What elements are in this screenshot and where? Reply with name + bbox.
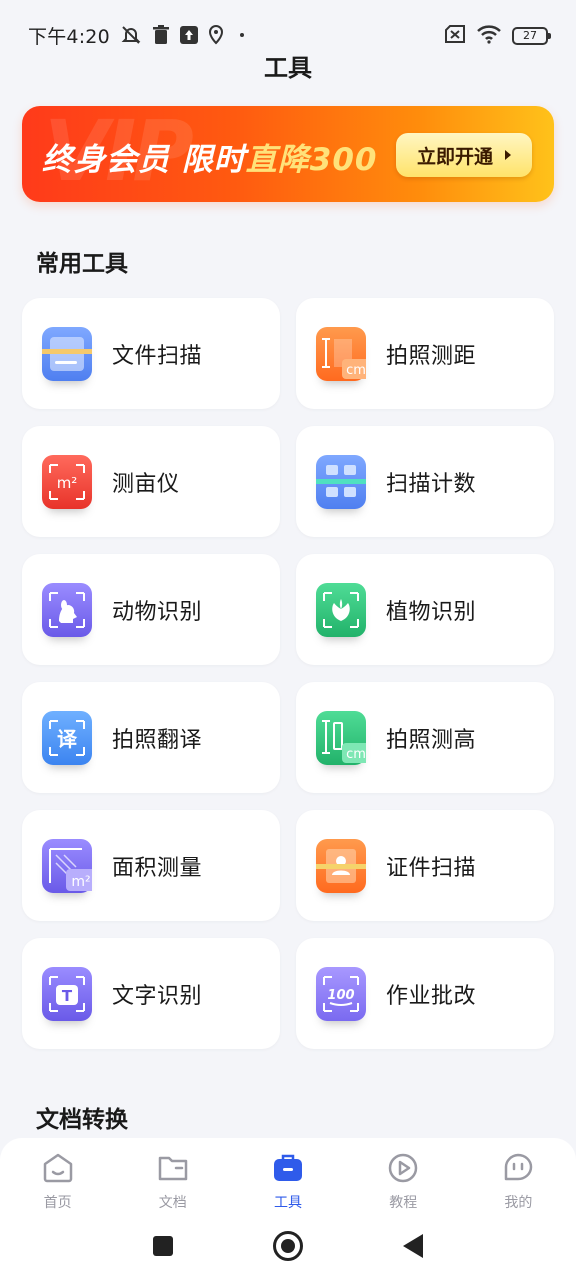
ocr-glyph: T: [62, 987, 73, 1005]
upload-icon: [179, 26, 198, 48]
section-title-common-tools: 常用工具: [36, 251, 128, 277]
banner-slogan-main: 终身会员 限时: [42, 142, 246, 178]
translate-glyph: 译: [57, 727, 78, 751]
status-icons-right: 27: [444, 24, 551, 48]
play-icon: [386, 1152, 420, 1188]
open-vip-button-label: 立即开通: [416, 145, 493, 168]
tab-tutorials[interactable]: 教程: [346, 1152, 461, 1212]
animal-icon: [42, 582, 92, 637]
tool-card-photo-translate[interactable]: 译 拍照翻译: [22, 682, 280, 793]
area-m2-icon: m²: [42, 454, 92, 509]
tools-grid: 文件扫描 cm 拍照测距 m² 测亩仪 扫描计数 动物识别 植物识别 译 拍照翻…: [22, 298, 554, 1049]
cm-glyph: cm: [346, 747, 366, 762]
homework-100-icon: 100: [316, 966, 366, 1021]
banner-slogan-highlight: 直降300: [245, 142, 378, 178]
height-cm-icon: cm: [316, 710, 366, 765]
tool-card-animal-id[interactable]: 动物识别: [22, 554, 280, 665]
tool-card-photo-distance[interactable]: cm 拍照测距: [296, 298, 554, 409]
system-nav-bar: [0, 1226, 576, 1266]
id-scan-icon: [316, 838, 366, 893]
tool-label: 作业批改: [386, 983, 477, 1009]
home-button[interactable]: [273, 1231, 303, 1261]
mute-bell-icon: [120, 24, 142, 50]
tool-label: 拍照测高: [386, 727, 477, 753]
tool-label: 动物识别: [112, 599, 203, 625]
tab-label: 文档: [158, 1195, 187, 1211]
tool-label: 拍照测距: [386, 343, 477, 369]
tool-label: 拍照翻译: [112, 727, 203, 753]
wifi-icon: [476, 24, 502, 48]
caret-right-icon: [505, 150, 511, 160]
battery-icon: 27: [512, 27, 551, 45]
tool-card-id-scan[interactable]: 证件扫描: [296, 810, 554, 921]
tab-label: 工具: [274, 1195, 302, 1211]
status-time: 下午4:20: [28, 26, 110, 48]
vip-banner[interactable]: VIP 终身会员 限时直降300 立即开通: [22, 106, 554, 202]
m2-glyph: m²: [71, 874, 90, 890]
tab-documents[interactable]: 文档: [115, 1152, 230, 1212]
ruler-cm-icon: cm: [316, 326, 366, 381]
tool-card-plant-id[interactable]: 植物识别: [296, 554, 554, 665]
tab-label: 我的: [504, 1195, 533, 1211]
dot-icon: [234, 27, 250, 47]
section-title-doc-convert: 文档转换: [36, 1107, 128, 1133]
translate-icon: 译: [42, 710, 92, 765]
text-ocr-icon: T: [42, 966, 92, 1021]
tab-bar: 首页 文档 工具 教程 我的: [0, 1138, 576, 1212]
toolbox-icon: [271, 1152, 305, 1188]
tab-label: 首页: [43, 1195, 72, 1211]
tool-card-scan-count[interactable]: 扫描计数: [296, 426, 554, 537]
tab-home[interactable]: 首页: [0, 1152, 115, 1212]
plant-icon: [316, 582, 366, 637]
tool-label: 文字识别: [112, 983, 203, 1009]
sim-off-icon: [444, 25, 466, 47]
profile-icon: [501, 1152, 535, 1188]
tool-card-acre-meter[interactable]: m² 测亩仪: [22, 426, 280, 537]
status-icons-left: [120, 24, 250, 50]
back-button[interactable]: [403, 1234, 423, 1258]
tool-card-homework-check[interactable]: 100 作业批改: [296, 938, 554, 1049]
folder-icon: [156, 1152, 190, 1188]
tool-label: 文件扫描: [112, 343, 203, 369]
recents-button[interactable]: [153, 1236, 173, 1256]
count-scan-icon: [316, 454, 366, 509]
tab-tools[interactable]: 工具: [230, 1152, 345, 1212]
tool-label: 证件扫描: [386, 855, 477, 881]
trash-icon: [152, 25, 170, 49]
tool-label: 扫描计数: [386, 471, 477, 497]
tab-label: 教程: [389, 1195, 418, 1211]
cm-glyph: cm: [346, 363, 366, 378]
bottom-nav: 首页 文档 工具 教程 我的: [0, 1138, 576, 1280]
tool-card-area-measure[interactable]: m² 面积测量: [22, 810, 280, 921]
tab-profile[interactable]: 我的: [461, 1152, 576, 1212]
page-title: 工具: [264, 54, 312, 82]
score-glyph: 100: [327, 988, 354, 1003]
tool-card-document-scan[interactable]: 文件扫描: [22, 298, 280, 409]
area-measure-icon: m²: [42, 838, 92, 893]
tool-card-photo-height[interactable]: cm 拍照测高: [296, 682, 554, 793]
location-icon: [208, 24, 224, 49]
tool-card-text-ocr[interactable]: T 文字识别: [22, 938, 280, 1049]
m2-glyph: m²: [57, 474, 78, 492]
document-scan-icon: [42, 326, 92, 381]
tool-label: 面积测量: [112, 855, 203, 881]
tool-label: 植物识别: [386, 599, 477, 625]
home-icon: [41, 1152, 75, 1188]
open-vip-button[interactable]: 立即开通: [396, 133, 532, 177]
banner-slogan: 终身会员 限时直降300: [42, 134, 378, 179]
tool-label: 测亩仪: [112, 471, 180, 497]
